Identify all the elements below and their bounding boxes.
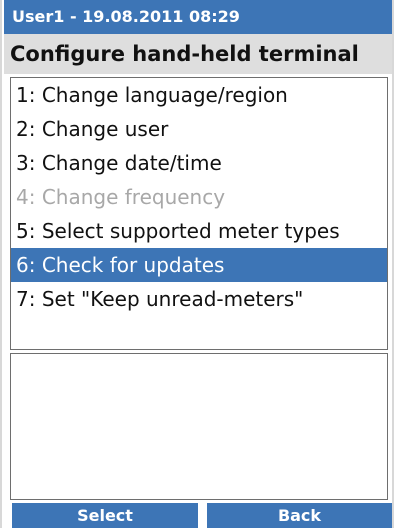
softkey-bar: Select Back — [4, 502, 392, 528]
menu-item-change-date-time[interactable]: 3: Change date/time — [11, 146, 387, 180]
menu-item-keep-unread-meters[interactable]: 7: Set "Keep unread-meters" — [11, 282, 387, 316]
menu-item-change-user[interactable]: 2: Change user — [11, 112, 387, 146]
back-button[interactable]: Back — [207, 503, 392, 528]
terminal-screen: User1 - 19.08.2011 08:29 Configure hand-… — [0, 0, 394, 528]
menu-item-check-updates[interactable]: 6: Check for updates — [11, 248, 387, 282]
menu-list: 1: Change language/region 2: Change user… — [10, 77, 388, 350]
menu-item-change-language[interactable]: 1: Change language/region — [11, 78, 387, 112]
select-button[interactable]: Select — [12, 503, 198, 528]
status-bar: User1 - 19.08.2011 08:29 — [4, 0, 392, 34]
menu-item-change-frequency: 4: Change frequency — [16, 185, 226, 209]
menu-item-select-meter-types[interactable]: 5: Select supported meter types — [11, 214, 387, 248]
page-title: Configure hand-held terminal — [4, 34, 392, 74]
info-panel — [10, 353, 388, 500]
